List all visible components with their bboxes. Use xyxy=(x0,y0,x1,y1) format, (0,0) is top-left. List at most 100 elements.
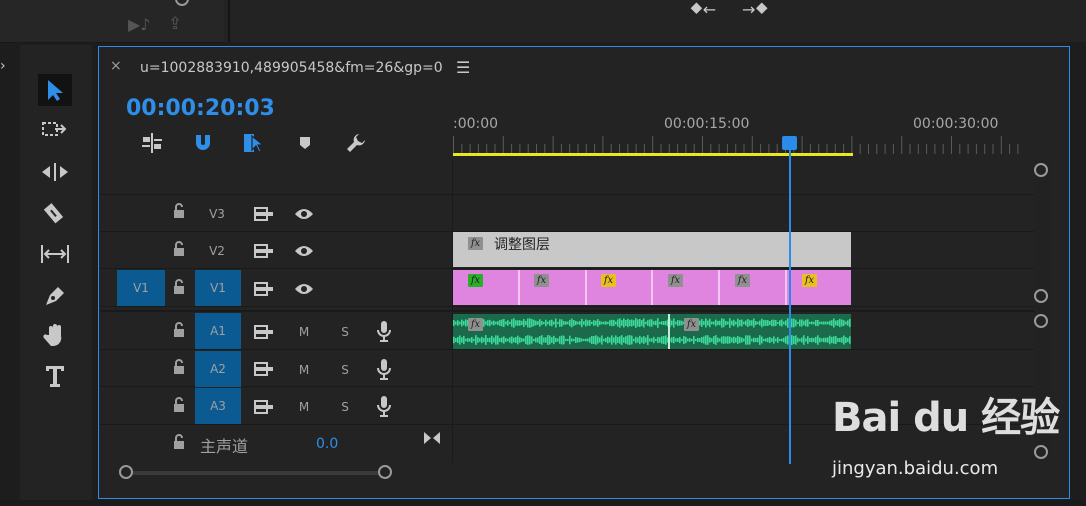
expand-panels-icon[interactable]: › xyxy=(0,58,6,74)
watermark-url-text: jingyan.baidu.com xyxy=(832,458,999,479)
sync-lock-icon-a2[interactable] xyxy=(254,361,274,380)
microphone-icon-a3[interactable] xyxy=(377,395,391,421)
solo-button-a2[interactable]: S xyxy=(333,351,357,388)
clip-edge xyxy=(785,270,787,305)
clip-edge xyxy=(718,270,720,305)
slip-tool-icon[interactable] xyxy=(38,238,72,270)
solo-button-a1[interactable]: S xyxy=(333,313,357,350)
pen-tool-icon[interactable] xyxy=(38,280,72,312)
ruler-label-start: :00:00 xyxy=(453,116,499,132)
audio-vscroll-knob-bottom[interactable] xyxy=(1034,445,1048,459)
track-label-a2[interactable]: A2 xyxy=(195,351,241,387)
baidu-watermark: Bai du 经验 xyxy=(832,385,1060,443)
sync-lock-icon-v1[interactable] xyxy=(254,281,274,300)
panel-divider xyxy=(228,0,230,42)
timeline-settings-wrench-icon[interactable] xyxy=(330,128,381,158)
lock-icon-master[interactable] xyxy=(172,434,186,454)
eye-icon-v1[interactable] xyxy=(294,281,314,300)
horizontal-scrollbar[interactable] xyxy=(125,471,385,475)
lock-icon-a3[interactable] xyxy=(172,397,186,417)
sequence-tab-title[interactable]: u=1002883910,489905458&fm=26&gp=0 xyxy=(140,60,443,76)
track-select-tool-icon[interactable] xyxy=(38,114,72,146)
clip-edge xyxy=(651,270,653,305)
scroll-knob[interactable] xyxy=(175,0,189,6)
master-volume-value[interactable]: 0.0 xyxy=(316,436,338,452)
watermark-main-text: Bai du 经验 xyxy=(832,395,1060,441)
vscroll-knob-bottom[interactable] xyxy=(1034,289,1048,303)
audio-vscroll-knob-top[interactable] xyxy=(1034,314,1048,328)
microphone-icon-a1[interactable] xyxy=(377,320,391,346)
video-audio-divider xyxy=(100,310,1035,312)
fx-badge: fx xyxy=(468,274,483,287)
solo-button-a3[interactable]: S xyxy=(333,388,357,425)
fx-badge: fx xyxy=(601,274,616,287)
hscroll-knob-left[interactable] xyxy=(119,465,133,479)
razor-tool-icon[interactable] xyxy=(38,196,72,228)
vscroll-knob-top[interactable] xyxy=(1034,163,1048,177)
nest-sequence-icon[interactable] xyxy=(126,128,177,158)
source-patch-v1[interactable]: V1 xyxy=(117,270,165,306)
lift-icon[interactable]: ⯁← xyxy=(690,0,716,20)
playhead-timecode[interactable]: 00:00:20:03 xyxy=(126,96,275,121)
fx-badge: fx xyxy=(468,237,483,250)
type-tool-icon[interactable] xyxy=(38,360,72,392)
fx-badge: fx xyxy=(684,318,699,331)
clip-edge xyxy=(518,270,520,305)
fx-badge: fx xyxy=(534,274,549,287)
insert-audio-icon[interactable]: ▶♪ xyxy=(128,15,151,34)
go-to-in-out-icon[interactable] xyxy=(423,430,441,449)
divider xyxy=(100,306,1035,307)
microphone-icon-a2[interactable] xyxy=(377,358,391,384)
track-label-v3[interactable]: V3 xyxy=(198,195,236,232)
divider xyxy=(100,268,1035,269)
eye-icon-v3[interactable] xyxy=(294,206,314,225)
playhead-line[interactable] xyxy=(789,142,791,464)
panel-menu-icon[interactable]: ☰ xyxy=(456,58,470,77)
track-label-v1[interactable]: V1 xyxy=(195,270,241,306)
hscroll-knob-right[interactable] xyxy=(378,465,392,479)
mute-button-a1[interactable]: M xyxy=(292,313,316,350)
track-label-a1[interactable]: A1 xyxy=(195,313,241,349)
lock-icon-v1[interactable] xyxy=(172,279,186,299)
lock-icon-a1[interactable] xyxy=(172,322,186,342)
linked-selection-icon[interactable] xyxy=(228,128,279,158)
divider xyxy=(100,194,1035,195)
work-area-bar[interactable] xyxy=(453,153,853,156)
header-divider xyxy=(452,160,453,463)
playhead-handle[interactable] xyxy=(782,136,797,150)
divider xyxy=(100,349,1035,350)
mute-button-a2[interactable]: M xyxy=(292,351,316,388)
add-marker-icon[interactable] xyxy=(279,128,330,158)
close-tab-icon[interactable]: × xyxy=(110,58,122,74)
export-frame-icon[interactable]: ⇪ xyxy=(168,14,182,34)
clip-edge xyxy=(585,270,587,305)
fx-badge: fx xyxy=(735,274,750,287)
selection-tool-icon[interactable] xyxy=(38,74,72,106)
timeline-toolbar xyxy=(126,128,381,158)
lock-icon-a2[interactable] xyxy=(172,359,186,379)
fx-badge: fx xyxy=(802,274,817,287)
sync-lock-icon-a1[interactable] xyxy=(254,324,274,343)
track-label-a3[interactable]: A3 xyxy=(195,388,241,424)
lock-icon-v2[interactable] xyxy=(172,241,186,261)
ruler-label-15s: 00:00:15:00 xyxy=(664,116,750,132)
track-label-v2[interactable]: V2 xyxy=(198,232,236,269)
ripple-edit-tool-icon[interactable] xyxy=(38,156,72,188)
eye-icon-v2[interactable] xyxy=(294,243,314,262)
sync-lock-icon-v3[interactable] xyxy=(254,206,274,225)
snap-magnet-icon[interactable] xyxy=(177,128,228,158)
source-monitor-controls xyxy=(0,0,224,43)
sync-lock-icon-v2[interactable] xyxy=(254,243,274,262)
sync-lock-icon-a3[interactable] xyxy=(254,399,274,418)
adjustment-layer-label: 调整图层 xyxy=(494,237,550,253)
audio-waveform xyxy=(453,314,851,349)
bottom-strip xyxy=(0,500,1086,506)
master-track-label: 主声道 xyxy=(200,437,249,456)
lock-icon-v3[interactable] xyxy=(172,203,186,223)
extract-icon[interactable]: →⯁ xyxy=(742,0,768,20)
hand-tool-icon[interactable] xyxy=(38,320,72,352)
fx-badge: fx xyxy=(468,318,483,331)
ruler-label-30s: 00:00:30:00 xyxy=(913,116,999,132)
fx-badge: fx xyxy=(668,274,683,287)
mute-button-a3[interactable]: M xyxy=(292,388,316,425)
